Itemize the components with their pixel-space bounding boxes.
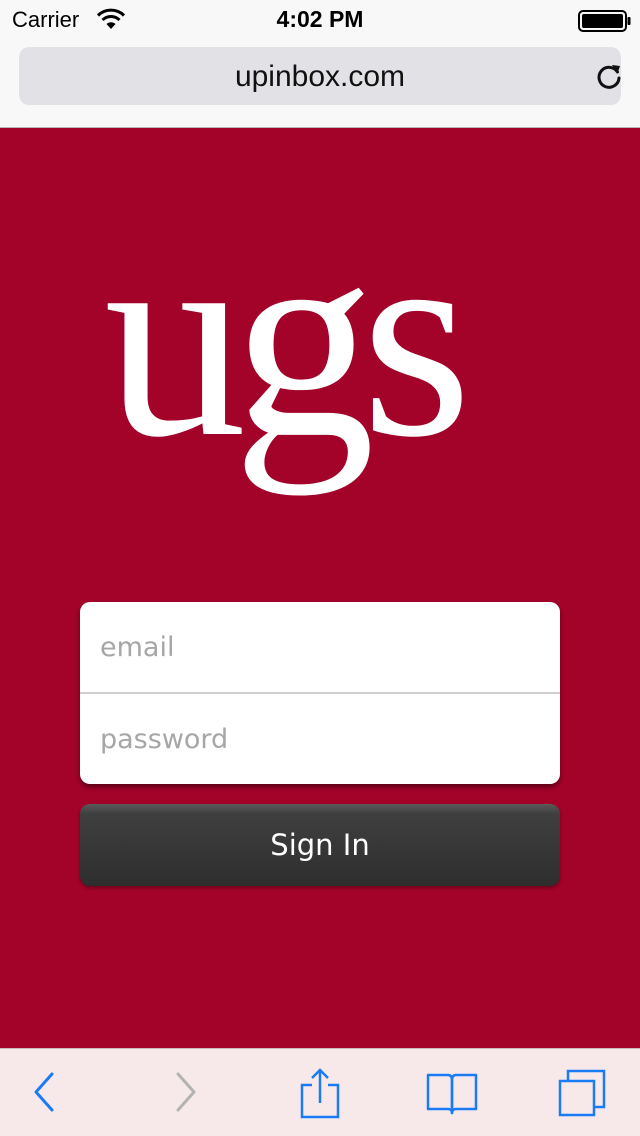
back-button[interactable]: [16, 1067, 72, 1123]
battery-icon: [578, 10, 631, 32]
login-form: [80, 602, 560, 784]
tabs-icon: [558, 1069, 606, 1117]
tabs-button[interactable]: [554, 1067, 610, 1123]
bookmarks-icon: [426, 1073, 478, 1115]
login-page: ugs Sign In: [0, 128, 640, 1048]
ugs-logo: ugs: [104, 278, 477, 496]
share-icon: [300, 1068, 340, 1119]
url-field[interactable]: upinbox.com: [19, 47, 621, 105]
email-field[interactable]: [80, 602, 560, 692]
url-text: upinbox.com: [234, 60, 406, 93]
logo-text: ugs: [104, 278, 463, 496]
status-bar: Carrier 4:02 PM: [0, 0, 640, 40]
reload-icon[interactable]: [593, 61, 625, 93]
sign-in-button[interactable]: Sign In: [80, 804, 560, 886]
password-field[interactable]: [80, 694, 560, 784]
status-time: 4:02 PM: [276, 6, 364, 32]
bookmarks-button[interactable]: [424, 1067, 480, 1123]
browser-toolbar: [0, 1048, 640, 1136]
forward-button[interactable]: [158, 1067, 214, 1123]
back-icon: [34, 1072, 54, 1112]
forward-icon: [176, 1072, 196, 1112]
share-button[interactable]: [292, 1067, 348, 1123]
browser-address-bar: upinbox.com: [0, 40, 640, 128]
